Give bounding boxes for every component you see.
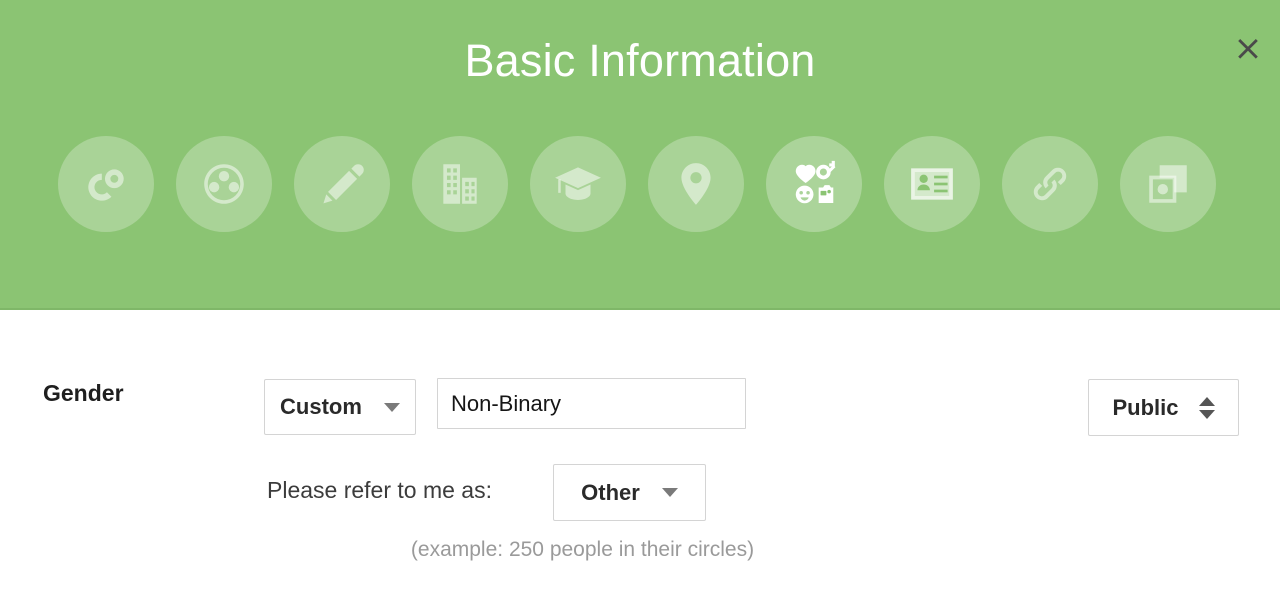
people-group-icon	[204, 164, 244, 204]
gender-type-select[interactable]: Custom	[264, 379, 416, 435]
sidebar-item-links[interactable]	[1002, 136, 1098, 232]
link-chain-icon	[1033, 167, 1067, 201]
chevron-down-icon	[661, 488, 678, 497]
photos-icon	[1149, 165, 1187, 203]
sidebar-item-story[interactable]	[294, 136, 390, 232]
sidebar-item-education[interactable]	[530, 136, 626, 232]
building-icon	[443, 164, 477, 204]
sidebar-item-places[interactable]	[648, 136, 744, 232]
sidebar-item-basic-information[interactable]	[766, 136, 862, 232]
basic-info-icon	[795, 160, 836, 204]
basic-information-dialog: Basic Information Gender Custom Non-Bina…	[0, 0, 1280, 605]
section-nav	[58, 136, 1222, 232]
gender-custom-input[interactable]	[437, 378, 746, 429]
contact-card-icon	[911, 168, 953, 200]
pronoun-example-text: (example: 250 people in their circles)	[410, 538, 755, 561]
chevron-down-icon	[383, 402, 400, 412]
sidebar-item-work[interactable]	[412, 136, 508, 232]
pronoun-select[interactable]: Other	[553, 464, 706, 521]
graduation-cap-icon	[555, 167, 601, 200]
sidebar-item-people[interactable]	[176, 136, 272, 232]
gender-visibility-select[interactable]: Public	[1088, 379, 1239, 436]
sidebar-item-contact-info[interactable]	[884, 136, 980, 232]
close-icon[interactable]	[1226, 26, 1270, 70]
circles-icon	[88, 169, 124, 201]
location-pin-icon	[681, 163, 711, 205]
pencil-icon	[323, 164, 364, 204]
updown-arrows-icon	[1198, 396, 1215, 419]
close-icon-glyph	[1238, 39, 1258, 59]
page-title: Basic Information	[464, 35, 816, 86]
gender-label: Gender	[43, 380, 124, 406]
dialog-header: Basic Information	[0, 0, 1280, 310]
sidebar-item-circles[interactable]	[58, 136, 154, 232]
pronoun-value: Other	[581, 479, 640, 505]
sidebar-item-photos[interactable]	[1120, 136, 1216, 232]
gender-type-value: Custom	[280, 394, 362, 419]
pronoun-label: Please refer to me as:	[267, 477, 492, 503]
gender-visibility-value: Public	[1112, 394, 1179, 420]
